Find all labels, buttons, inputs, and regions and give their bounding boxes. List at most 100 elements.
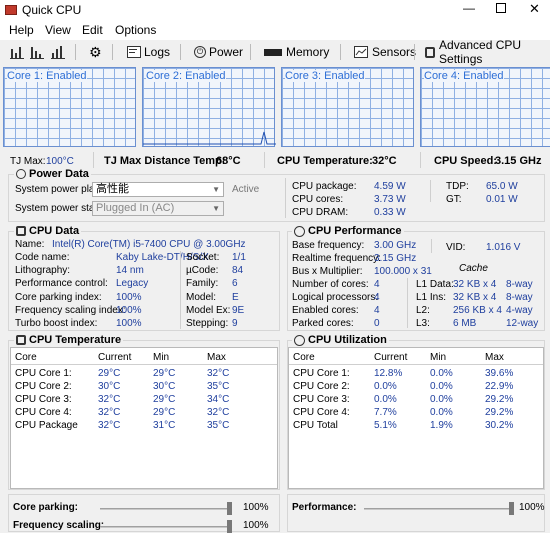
core-4-graph-label: Core 4: Enabled — [424, 70, 504, 82]
cache-ways-value: 4-way — [506, 305, 533, 316]
cpu-data-row-label-2: Stepping: — [186, 318, 229, 329]
graph-view-2-button[interactable] — [30, 44, 44, 60]
cpu-chip-icon — [425, 46, 436, 58]
graph-view-1-button[interactable] — [10, 44, 24, 60]
core-2-usage-line — [143, 131, 276, 145]
bus-multiplier-value: 100.000 x 31 — [374, 266, 432, 277]
power-button[interactable]: ⏻ Power — [194, 44, 243, 60]
table-header-cell: Max — [207, 352, 226, 363]
cpu-temperature-label: CPU Temperature: — [277, 155, 373, 167]
cpu-temperature-header: CPU Temperature — [14, 334, 124, 346]
table-cell: 29.2% — [485, 394, 514, 405]
cpu-speed-value: 3.15 GHz — [495, 155, 542, 167]
cpu-data-row-value: 100% — [116, 318, 142, 329]
power-data-title: Power Data — [29, 168, 89, 180]
bar-chart-icon — [51, 46, 65, 59]
table-cell: 29°C — [153, 368, 176, 379]
sensors-button[interactable]: Sensors — [354, 44, 416, 60]
table-cell: 39.6% — [485, 368, 514, 379]
cpu-data-row-value-2: 84 — [232, 265, 244, 277]
cpu-data-row-value-2: 9E — [232, 304, 245, 316]
table-cell: 29°C — [153, 407, 176, 418]
base-frequency-label: Base frequency: — [292, 240, 365, 251]
cpu-data-row-label: Performance control: — [15, 278, 108, 290]
cache-ways-value: 8-way — [506, 279, 533, 290]
table-cell: 30°C — [153, 381, 176, 392]
table-cell: 35°C — [207, 420, 230, 431]
table-cell: 22.9% — [485, 381, 514, 392]
table-header-divider — [11, 364, 277, 365]
cpu-temperature-title: CPU Temperature — [29, 334, 122, 346]
table-header-cell: Core — [293, 352, 315, 363]
settings-button[interactable]: ⚙ — [89, 44, 102, 60]
cpu-data-row-value-2: 9 — [232, 318, 238, 329]
cpu-data-row-label-2: Socket: — [186, 252, 220, 263]
tjmax-label: TJ Max: — [10, 156, 46, 167]
memory-button[interactable]: Memory — [264, 44, 329, 60]
table-cell: 12.8% — [374, 368, 403, 379]
cache-size-value: 256 KB x 4 — [453, 305, 502, 316]
perf-row-value: 4 — [374, 279, 380, 290]
power-divider — [430, 180, 431, 202]
status-separator — [420, 152, 421, 168]
table-cell: 32°C — [207, 407, 230, 418]
cpu-name-label: Name: — [15, 239, 45, 250]
cpu-data-row-label: Core parking index: — [15, 291, 102, 303]
status-separator — [264, 152, 265, 168]
toolbar: ⚙ Logs ⏻ Power Memory Sensors Advanced C… — [0, 38, 550, 66]
cache-size-value: 32 KB x 4 — [453, 292, 497, 303]
close-icon[interactable]: ✕ — [529, 1, 540, 17]
table-cell: 30°C — [98, 381, 121, 392]
cpu-data-row-label-2: Model Ex: — [186, 304, 231, 316]
performance-label: Performance: — [292, 502, 357, 513]
power-state-select[interactable]: Plugged In (AC) ▼ — [92, 201, 224, 216]
maximize-icon[interactable] — [496, 3, 506, 13]
performance-value: 100% — [519, 502, 545, 513]
power-plan-select[interactable]: 高性能 ▼ — [92, 182, 224, 197]
window-title: Quick CPU — [22, 3, 82, 17]
menu-help[interactable]: Help — [9, 23, 34, 37]
performance-slider-thumb[interactable] — [509, 502, 514, 515]
core-parking-slider-thumb[interactable] — [227, 502, 232, 515]
cpu-data-row-label-2: µCode: — [186, 265, 219, 277]
frequency-scaling-slider-track[interactable] — [100, 526, 230, 528]
core-3-graph: Core 3: Enabled — [281, 67, 414, 147]
menu-view[interactable]: View — [45, 23, 71, 37]
power-data-header: Power Data — [14, 168, 91, 180]
table-cell: CPU Core 1: — [15, 368, 72, 379]
table-cell: 32°C — [98, 407, 121, 418]
logs-label: Logs — [144, 45, 171, 59]
cache-level-label: L3: — [416, 318, 430, 329]
logs-button[interactable]: Logs — [127, 44, 170, 60]
core-parking-slider-track[interactable] — [100, 508, 230, 510]
toolbar-separator — [250, 44, 251, 60]
advanced-cpu-settings-button[interactable]: Advanced CPU Settings — [425, 38, 550, 66]
power-icon: ⏻ — [194, 46, 206, 58]
bar-chart-icon — [30, 47, 44, 59]
table-cell: 29.2% — [485, 407, 514, 418]
cpu-data-row-label-2: Model: — [186, 291, 217, 303]
table-cell: 30.2% — [485, 420, 514, 431]
minimize-icon[interactable]: — — [463, 1, 475, 15]
frequency-scaling-slider-thumb[interactable] — [227, 520, 232, 533]
app-icon — [5, 5, 17, 15]
tjmax-value: 100°C — [46, 156, 74, 167]
perf-divider — [431, 239, 432, 253]
performance-slider-track[interactable] — [364, 508, 512, 510]
table-header-cell: Current — [374, 352, 408, 363]
menu-edit[interactable]: Edit — [82, 23, 103, 37]
toolbar-separator — [75, 44, 76, 60]
cpu-data-row-label: Turbo boost index: — [15, 318, 98, 329]
table-header-cell: Current — [98, 352, 132, 363]
table-cell: 29°C — [153, 394, 176, 405]
cpu-data-row-value-2: E — [232, 291, 239, 303]
status-separator — [93, 152, 94, 168]
sensors-icon — [354, 46, 368, 58]
core-1-graph-label: Core 1: Enabled — [7, 70, 87, 82]
gt-label: GT: — [446, 194, 462, 205]
toolbar-separator — [112, 44, 113, 60]
menu-options[interactable]: Options — [115, 23, 156, 37]
perf-row-label: Enabled cores: — [292, 305, 359, 316]
toolbar-separator — [340, 44, 341, 60]
graph-view-3-button[interactable] — [51, 44, 65, 60]
